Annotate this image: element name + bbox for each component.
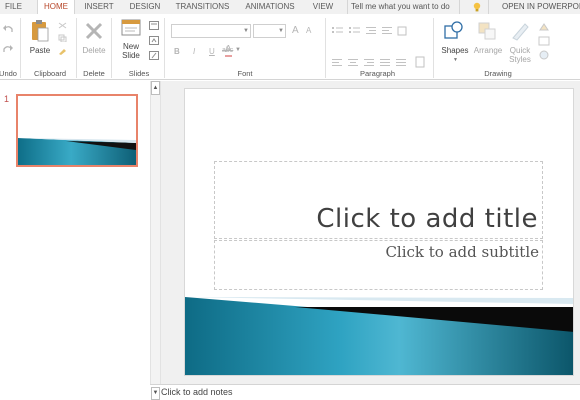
font-name-combobox[interactable]: ▼ — [171, 24, 251, 38]
new-slide-label-line2: Slide — [122, 51, 140, 60]
chevron-down-icon: ▼ — [235, 47, 241, 53]
slides-group-label: Slides — [128, 69, 150, 78]
reset-icon[interactable] — [149, 36, 159, 45]
tab-design[interactable]: DESIGN — [124, 0, 166, 14]
tell-me-search-input[interactable]: Tell me what you want to do — [347, 0, 460, 14]
scroll-up-arrow-icon[interactable]: ▲ — [151, 81, 160, 95]
clipboard-icon[interactable] — [30, 19, 50, 43]
shapes-icon — [444, 21, 463, 39]
slide-icon — [121, 19, 141, 36]
group-divider — [164, 18, 165, 78]
chevron-down-icon: ▼ — [243, 28, 249, 34]
paste-button[interactable]: Paste — [27, 46, 53, 55]
new-slide-label-line1: New — [122, 42, 139, 51]
open-in-powerpoint-button[interactable]: OPEN IN POWERPOIN — [488, 0, 580, 14]
shapes-button[interactable]: Shapes — [440, 46, 470, 55]
font-size-combobox[interactable]: ▼ — [253, 24, 286, 38]
title-placeholder[interactable]: Click to add title — [214, 161, 543, 239]
new-slide-button[interactable]: New Slide — [117, 42, 145, 60]
subtitle-placeholder-text: Click to add subtitle — [385, 243, 539, 261]
cut-icon[interactable] — [58, 22, 67, 29]
paragraph-group-label: Paragraph — [359, 69, 396, 78]
brush-icon[interactable] — [58, 47, 68, 55]
group-divider — [433, 18, 434, 78]
notes-placeholder[interactable]: Click to add notes — [161, 385, 233, 399]
x-icon — [85, 22, 103, 40]
tab-file[interactable]: FILE — [0, 0, 27, 14]
delete-group-label: Delete — [83, 69, 105, 78]
italic-button[interactable]: I — [193, 47, 195, 56]
bold-button[interactable]: B — [174, 47, 180, 56]
slide-number: 1 — [4, 94, 10, 104]
group-divider — [20, 18, 21, 78]
ribbon-tab-bar: FILE HOME INSERT DESIGN TRANSITIONS ANIM… — [0, 0, 580, 14]
subtitle-placeholder[interactable]: Click to add subtitle — [214, 240, 543, 290]
notes-pane[interactable]: ▼ Click to add notes — [150, 384, 580, 400]
font-group-label: Font — [237, 69, 253, 78]
slide-thumbnail-design — [18, 138, 136, 165]
undo-icon[interactable] — [2, 24, 14, 34]
section-icon[interactable] — [149, 51, 159, 60]
notes-toggle-icon[interactable]: ▼ — [151, 387, 160, 400]
quick-styles-label-line2: Styles — [509, 55, 531, 64]
slide-canvas[interactable]: Click to add title Click to add subtitle — [184, 88, 574, 376]
thumbnail-pane-scrollbar[interactable]: ▲ — [150, 81, 161, 387]
arrange-icon — [478, 22, 496, 40]
clipboard-group-label: Clipboard — [33, 69, 67, 78]
tab-view[interactable]: VIEW — [307, 0, 339, 14]
slide-thumbnail-pane: 1 — [0, 81, 150, 400]
chevron-down-icon: ▼ — [453, 57, 458, 63]
drawing-group-label: Drawing — [484, 69, 512, 78]
shrink-font-button[interactable]: A — [306, 26, 311, 35]
grow-font-button[interactable]: A — [292, 25, 299, 36]
font-color-button[interactable]: A — [225, 45, 232, 57]
undo-group-label: Undo — [0, 69, 17, 78]
slide-editor-area: Click to add title Click to add subtitle — [161, 81, 580, 384]
delete-button[interactable]: Delete — [79, 46, 109, 55]
shape-fill-icon[interactable] — [538, 22, 550, 32]
layout-icon[interactable] — [149, 21, 159, 30]
paragraph-controls-icons[interactable] — [332, 26, 427, 68]
tab-home[interactable]: HOME — [37, 0, 75, 14]
group-divider — [111, 18, 112, 78]
quick-styles-button[interactable]: Quick Styles — [505, 46, 535, 64]
arrange-button[interactable]: Arrange — [471, 46, 505, 55]
shape-effects-icon[interactable] — [538, 50, 550, 60]
lightbulb-icon — [473, 2, 481, 12]
tab-transitions[interactable]: TRANSITIONS — [170, 0, 235, 14]
slide-thumbnail[interactable] — [16, 94, 138, 167]
palette-icon — [512, 23, 529, 41]
group-divider — [76, 18, 77, 78]
ribbon: Undo Paste Clipboard Delete Delete New S… — [0, 14, 580, 80]
copy-icon[interactable] — [58, 34, 67, 42]
group-divider — [325, 18, 326, 78]
shape-outline-icon[interactable] — [538, 36, 550, 46]
title-placeholder-text: Click to add title — [316, 204, 538, 234]
redo-icon[interactable] — [2, 44, 14, 54]
tab-animations[interactable]: ANIMATIONS — [238, 0, 302, 14]
quick-styles-label-line1: Quick — [509, 46, 531, 55]
chevron-down-icon: ▼ — [278, 28, 284, 34]
underline-button[interactable]: U — [209, 47, 215, 56]
tab-insert[interactable]: INSERT — [79, 0, 119, 14]
